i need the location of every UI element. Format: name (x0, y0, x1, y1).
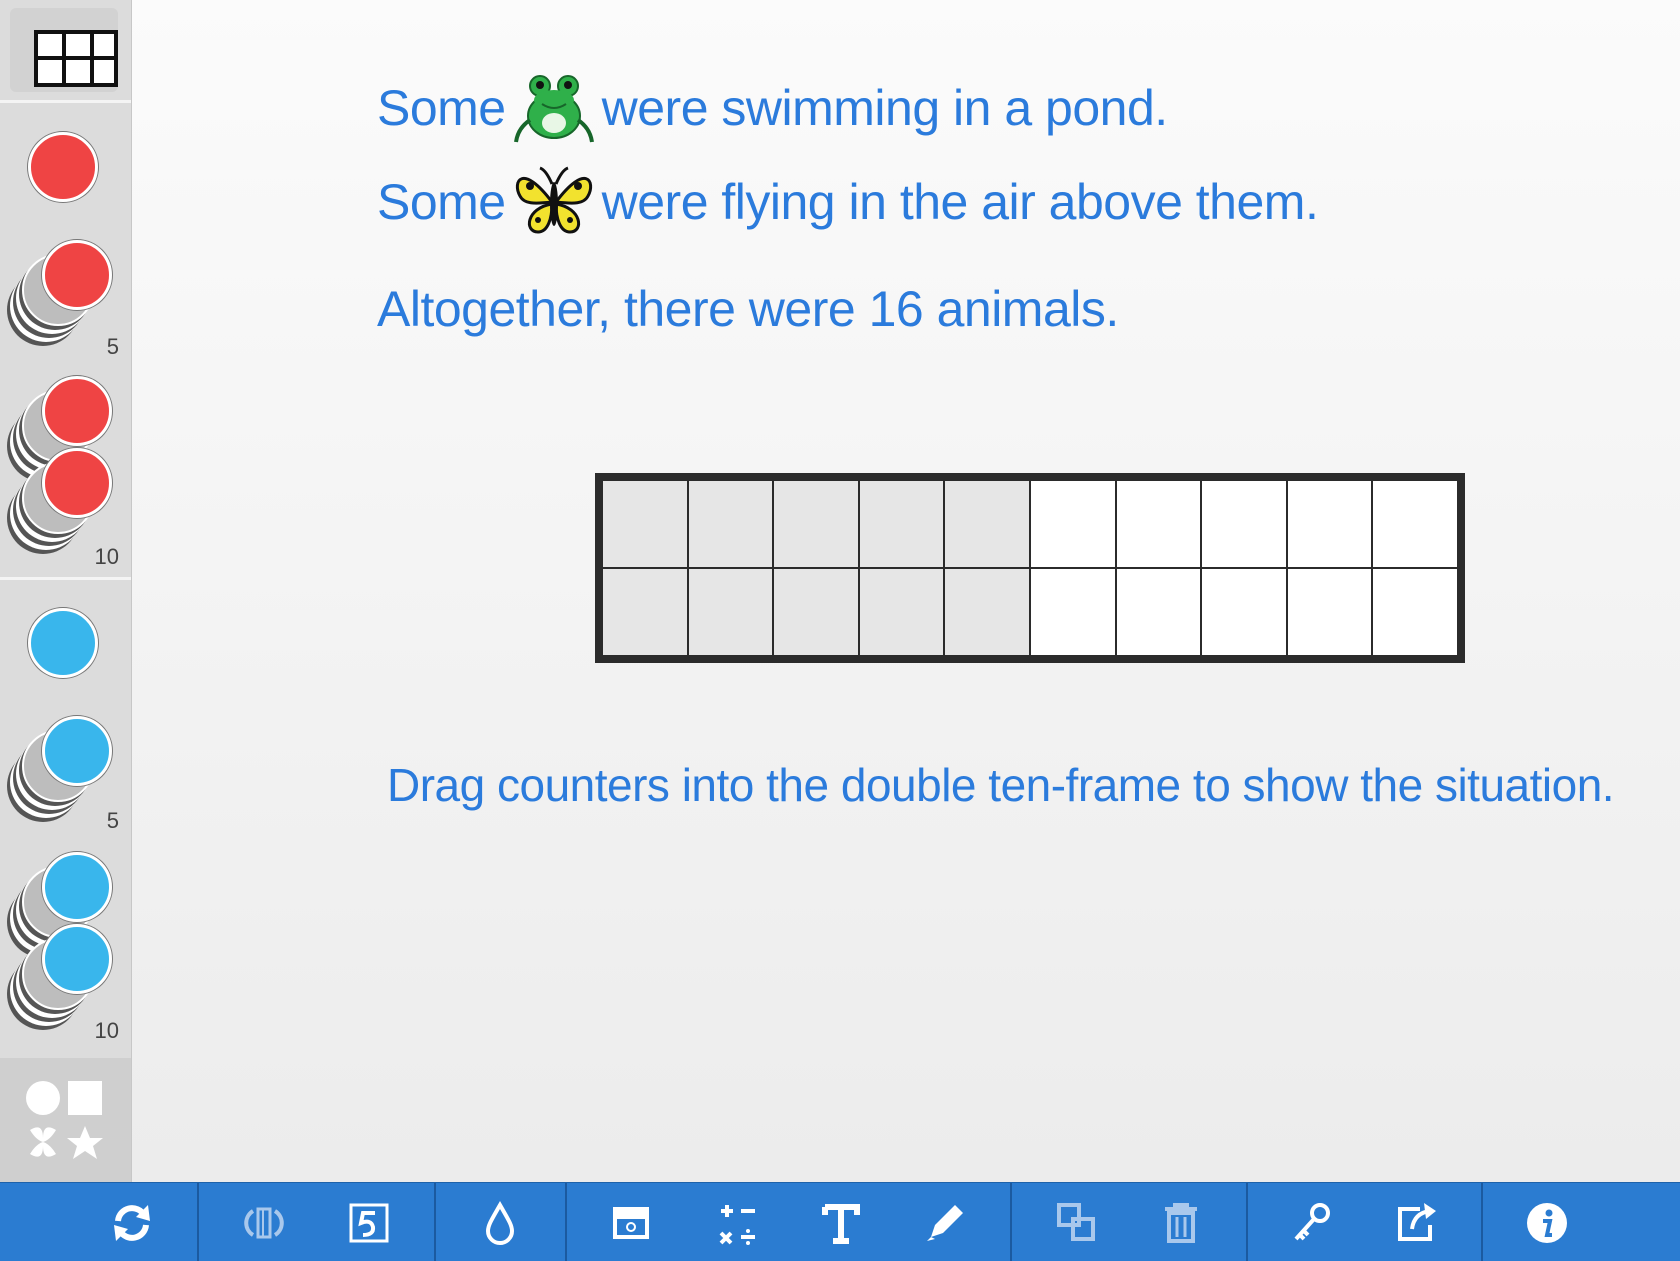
blue-counter-single[interactable] (0, 580, 131, 690)
ten-frame-cell[interactable] (859, 481, 944, 567)
frog-icon (513, 75, 594, 143)
ten-frame-cell[interactable] (1287, 569, 1372, 655)
red-counter-icon (42, 240, 112, 310)
color-drop-icon (485, 1200, 515, 1245)
trash-icon (1165, 1203, 1197, 1243)
butterfly-icon (515, 166, 592, 234)
story-line-2: Some were flying in the air above them. (377, 162, 1319, 242)
pencil-button[interactable] (917, 1195, 973, 1251)
ten-frame-cell[interactable] (1373, 569, 1457, 655)
ten-frame-cell[interactable] (945, 569, 1029, 655)
bottom-toolbar (0, 1182, 1680, 1261)
double-ten-frame[interactable] (595, 473, 1465, 663)
number-five-icon (349, 1203, 389, 1243)
red-counter-stack-10[interactable]: 10 (0, 364, 131, 574)
blue-counter-stack-5[interactable]: 5 (0, 690, 131, 840)
divider (1246, 1183, 1248, 1261)
key-button[interactable] (1284, 1195, 1340, 1251)
operations-icon (719, 1205, 755, 1245)
ten-frame-cell[interactable] (603, 481, 687, 567)
red-counter-icon (28, 132, 98, 202)
story-line-3: Altogether, there were 16 animals. (377, 281, 1119, 337)
info-icon (1527, 1203, 1567, 1243)
share-icon (1398, 1203, 1436, 1241)
ten-frame-cell[interactable] (1030, 481, 1115, 567)
blue-counter-stack-10[interactable]: 10 (0, 840, 131, 1050)
divider (434, 1183, 436, 1261)
ten-frame-cell[interactable] (1287, 481, 1372, 567)
stack-count-label: 5 (106, 808, 119, 833)
red-counter-icon (42, 448, 112, 518)
ten-frame-cell[interactable] (1202, 569, 1286, 655)
red-counter-stack-5[interactable]: 5 (0, 214, 131, 364)
text-button[interactable] (813, 1195, 869, 1251)
ten-frame-cell[interactable] (774, 569, 858, 655)
ten-frame-cell[interactable] (1030, 569, 1115, 655)
operations-button[interactable] (709, 1195, 765, 1251)
trash-button[interactable] (1153, 1195, 1209, 1251)
ten-frame-cell[interactable] (603, 569, 687, 655)
divider (1010, 1183, 1012, 1261)
stack-count-label: 5 (106, 334, 119, 359)
red-counter-icon (42, 376, 112, 446)
story-line-1: Some were swimming in a pond. (377, 68, 1168, 148)
text-icon (822, 1204, 860, 1244)
hide-icon (613, 1207, 649, 1239)
ten-frame-cell[interactable] (859, 569, 944, 655)
story-line-2-prefix: Some (377, 174, 506, 230)
refresh-icon (114, 1205, 150, 1241)
divider (565, 1183, 567, 1261)
blue-counter-icon (42, 924, 112, 994)
pencil-icon (927, 1205, 963, 1241)
ten-frame-cell[interactable] (1116, 481, 1201, 567)
grid-icon (34, 30, 118, 87)
divider (1481, 1183, 1483, 1261)
flip-icon (244, 1207, 284, 1239)
workspace-canvas[interactable]: Some were swimming in a pond. Some were … (132, 0, 1680, 1182)
ten-frame-cell[interactable] (774, 481, 858, 567)
stack-count-label: 10 (94, 544, 119, 569)
duplicate-button[interactable] (1049, 1195, 1105, 1251)
blue-counter-icon (42, 716, 112, 786)
divider (0, 100, 131, 103)
key-icon (1294, 1203, 1330, 1241)
story-line-1-prefix: Some (377, 80, 506, 136)
counting-button[interactable] (341, 1195, 397, 1251)
blue-counter-icon (42, 852, 112, 922)
frame-type-button[interactable] (10, 8, 118, 92)
info-button[interactable] (1519, 1195, 1575, 1251)
ten-frame-cell[interactable] (1373, 481, 1457, 567)
stack-count-label: 10 (94, 1018, 119, 1043)
red-counter-single[interactable] (0, 104, 131, 214)
shapes-icon (26, 1081, 103, 1159)
shapes-button[interactable] (0, 1058, 131, 1182)
flip-button[interactable] (235, 1195, 291, 1251)
hide-button[interactable] (603, 1195, 659, 1251)
app-window: 5 10 5 10 Some were swimming in a pond. … (0, 0, 1680, 1261)
share-button[interactable] (1388, 1195, 1444, 1251)
divider (197, 1183, 199, 1261)
ten-frame-cell[interactable] (1116, 569, 1201, 655)
story-line-1-suffix: were swimming in a pond. (601, 80, 1169, 136)
duplicate-icon (1057, 1203, 1095, 1241)
ten-frame-cell[interactable] (945, 481, 1029, 567)
color-button[interactable] (472, 1195, 528, 1251)
instruction-text: Drag counters into the double ten-frame … (387, 759, 1615, 811)
ten-frame-cell[interactable] (688, 569, 773, 655)
ten-frame-cell[interactable] (1202, 481, 1286, 567)
story-line-2-suffix: were flying in the air above them. (601, 174, 1319, 230)
refresh-button[interactable] (104, 1195, 160, 1251)
blue-counter-icon (28, 608, 98, 678)
ten-frame-cell[interactable] (688, 481, 773, 567)
counter-palette: 5 10 5 10 (0, 0, 132, 1182)
